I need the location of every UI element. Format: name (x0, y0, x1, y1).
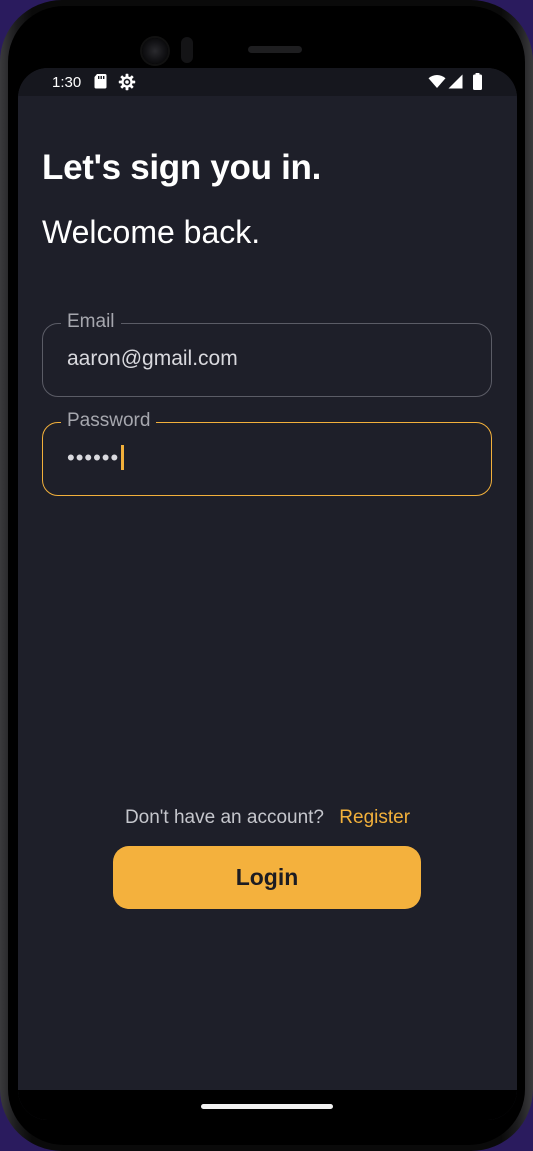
battery-icon (473, 73, 482, 95)
status-time: 1:30 (52, 74, 82, 91)
earpiece-speaker (248, 46, 302, 53)
email-value: aaron@gmail.com (67, 347, 238, 370)
password-masked-text: •••••• (67, 445, 120, 470)
sign-in-content: Let's sign you in. Welcome back. Email a… (18, 96, 517, 1090)
navigation-bar (18, 1090, 517, 1120)
front-camera (142, 38, 168, 64)
home-indicator[interactable] (201, 1104, 333, 1109)
register-link[interactable]: Register (339, 807, 410, 828)
email-field[interactable]: Email aaron@gmail.com (42, 310, 492, 397)
register-prompt: Don't have an account? (124, 807, 324, 828)
sd-card-icon (94, 73, 107, 94)
app-screen: 1:30 Let's sign you in. Welcome back. Em… (18, 68, 517, 1120)
proximity-sensor (181, 37, 193, 63)
wifi-icon (428, 74, 446, 94)
register-row: Don't have an account? Register (18, 807, 517, 829)
phone-frame: 1:30 Let's sign you in. Welcome back. Em… (0, 0, 533, 1151)
settings-gear-icon (118, 73, 136, 96)
cellular-signal-icon (448, 74, 463, 94)
email-label: Email (61, 310, 121, 334)
login-button[interactable]: Login (113, 846, 421, 909)
text-cursor (121, 444, 124, 470)
password-field[interactable]: Password •••••• (42, 409, 492, 496)
password-value: •••••• (67, 444, 124, 472)
page-subtitle: Welcome back. (42, 214, 261, 250)
status-bar: 1:30 (18, 68, 517, 96)
password-label: Password (61, 409, 157, 433)
page-title: Let's sign you in. (42, 148, 322, 187)
